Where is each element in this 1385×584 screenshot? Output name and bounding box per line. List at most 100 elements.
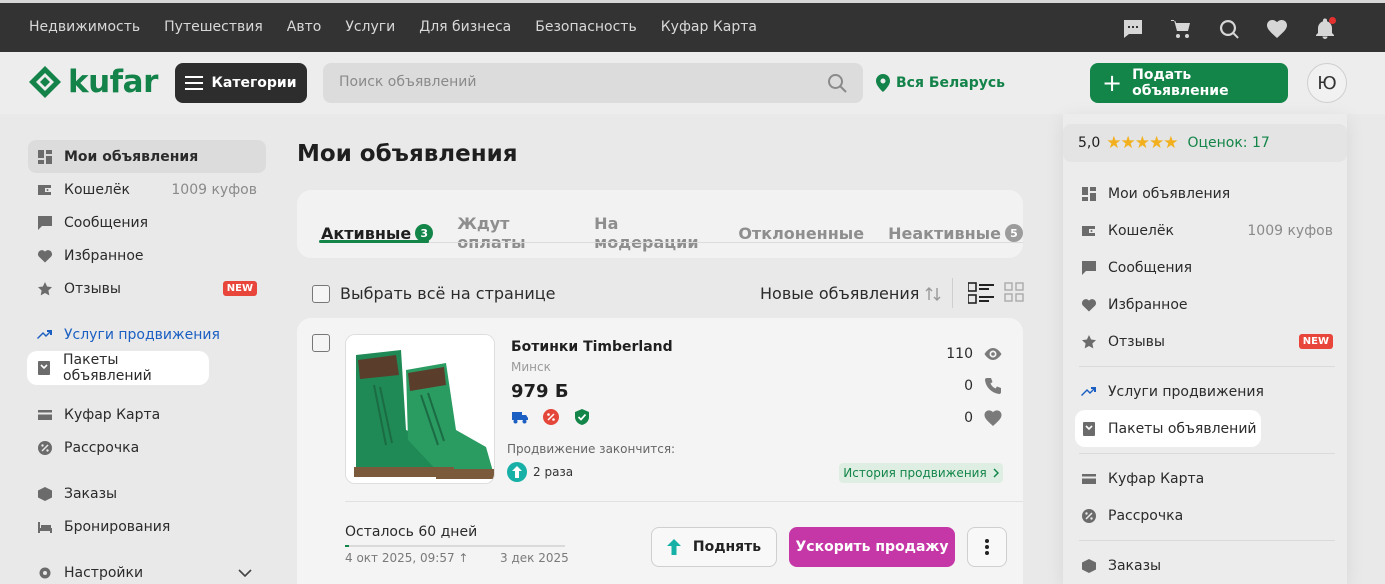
search-history-icon[interactable] [1217,17,1241,41]
select-all[interactable]: Выбрать всё на странице [312,284,555,303]
delivery-icon [511,408,529,426]
avatar[interactable]: Ю [1307,63,1347,103]
date-start-label: 4 окт 2025, 09:57 [345,551,455,565]
menu-item-reviews[interactable]: Отзывы NEW [1075,323,1335,360]
menu-item-my-ads[interactable]: Мои объявления [1075,175,1335,212]
top-nav-link-travel[interactable]: Путешествия [164,19,263,35]
menu-item-messages[interactable]: Сообщения [1075,249,1335,286]
ad-title[interactable]: Ботинки Timberland [511,339,673,355]
promo-history-button[interactable]: История продвижения [839,463,1003,483]
tab-label: Ждут оплаты [457,214,526,252]
promo-history-label: История продвижения [843,466,987,480]
new-badge: NEW [222,281,257,296]
promo-end-label: Продвижение закончится: [507,442,676,456]
top-nav-link-security[interactable]: Безопасность [535,19,636,35]
tab-label: Неактивные [888,223,1001,243]
sidebar-item-bookings[interactable]: Бронирования [28,510,266,543]
sidebar-item-label: Бронирования [64,518,171,535]
menu-item-installments[interactable]: Рассрочка [1075,497,1335,534]
sidebar-item-messages[interactable]: Сообщения [28,206,266,239]
heart-icon [37,248,53,264]
search-input[interactable] [339,74,819,90]
heart-icon[interactable] [1265,17,1289,41]
more-options-button[interactable] [967,527,1007,567]
top-nav-link-kufar-map[interactable]: Куфар Карта [661,19,757,35]
top-nav-link-services[interactable]: Услуги [345,19,395,35]
kufar-logo[interactable]: kufar [28,64,158,100]
menu-item-label: Пакеты объявлений [1108,420,1257,437]
cart-icon[interactable] [1169,17,1193,41]
categories-button[interactable]: Категории [175,63,307,103]
sidebar-item-reviews[interactable]: Отзывы NEW [28,272,266,305]
chat-icon[interactable] [1121,17,1145,41]
sort-icon [925,286,941,301]
tab-moderation[interactable]: На модерации [594,214,714,252]
menu-item-label: Мои объявления [1108,185,1231,202]
sidebar-item-orders[interactable]: Заказы [28,477,266,510]
raise-button[interactable]: Поднять [651,527,777,567]
sidebar-item-my-ads[interactable]: Мои объявления [28,140,266,173]
trend-up-icon [37,327,53,343]
sidebar-item-promotion-services[interactable]: Услуги продвижения [28,318,266,351]
grid-view-icon[interactable] [1004,282,1024,302]
phone-icon [985,378,1001,394]
region-selector[interactable]: Вся Беларусь [876,74,1005,92]
sidebar-item-kufar-card[interactable]: Куфар Карта [28,398,266,431]
eye-icon [984,348,1002,360]
ad-checkbox[interactable] [312,334,330,352]
sidebar-item-label: Заказы [64,485,118,502]
logo-text: kufar [68,64,158,100]
tab-active[interactable]: Активные 3 [321,214,434,252]
lifetime-progress-bar [345,545,565,547]
page-title: Мои объявления [297,141,518,167]
rating-count: Оценок: 17 [1187,135,1270,151]
rating-stars: ★★★★★ [1106,133,1178,153]
profile-dropdown: 5,0 ★★★★★ Оценок: 17 Мои объявления Коше… [1063,114,1347,584]
bell-icon[interactable] [1313,17,1337,41]
select-all-checkbox[interactable] [312,284,330,303]
list-view-icon[interactable] [968,282,994,304]
sidebar-item-label: Отзывы [64,280,121,297]
sidebar-item-installments[interactable]: Рассрочка [28,431,266,464]
menu-item-kufar-card[interactable]: Куфар Карта [1075,460,1335,497]
package-icon [36,360,52,376]
top-nav: Недвижимость Путешествия Авто Услуги Для… [29,19,757,35]
menu-item-wallet[interactable]: Кошелёк 1009 куфов [1075,212,1335,249]
top-nav-link-business[interactable]: Для бизнеса [419,19,511,35]
wallet-balance: 1009 куфов [171,181,257,198]
trend-up-icon [1081,384,1097,400]
ad-price: 979 Б [511,381,569,402]
menu-divider [1079,453,1335,454]
post-ad-button[interactable]: + Подать объявление [1090,63,1288,103]
menu-item-orders[interactable]: Заказы [1075,547,1335,584]
tab-rejected[interactable]: Отклоненные [738,214,864,252]
calls-stat: 0 [917,370,1003,402]
sidebar-item-label: Кошелёк [64,181,130,198]
menu-item-label: Сообщения [1108,259,1193,276]
menu-item-favorites[interactable]: Избранное [1075,286,1335,323]
sidebar-item-label: Пакеты объявлений [63,352,152,384]
sort-selector[interactable]: Новые объявления [760,284,941,303]
menu-item-label: Рассрочка [1108,507,1184,524]
tab-awaiting-payment[interactable]: Ждут оплаты [457,214,570,252]
menu-item-label: Отзывы [1108,333,1165,350]
menu-item-ad-packages[interactable]: Пакеты объявлений [1075,410,1261,447]
sidebar-item-wallet[interactable]: Кошелёк 1009 куфов [28,173,266,206]
ad-card: Ботинки Timberland Минск 979 Б Продвижен… [297,318,1023,584]
search-icon[interactable] [827,73,847,93]
wallet-icon [37,182,53,198]
sidebar-item-ad-packages[interactable]: Пакеты объявлений [27,351,209,385]
rating-summary[interactable]: 5,0 ★★★★★ Оценок: 17 [1063,124,1347,162]
sidebar-item-settings[interactable]: Настройки [28,556,266,584]
menu-item-promotion-services[interactable]: Услуги продвижения [1075,373,1335,410]
speed-up-sale-button[interactable]: Ускорить продажу [789,527,955,567]
account-sidebar: Мои объявления Кошелёк 1009 куфов Сообще… [27,140,266,584]
ad-badges [511,408,591,426]
top-nav-link-realty[interactable]: Недвижимость [29,19,140,35]
sidebar-item-favorites[interactable]: Избранное [28,239,266,272]
top-nav-link-auto[interactable]: Авто [287,19,322,35]
chevron-down-icon[interactable] [238,568,252,577]
tab-inactive[interactable]: Неактивные 5 [888,214,1023,252]
package-icon [1081,421,1097,437]
ad-image[interactable] [345,334,495,484]
